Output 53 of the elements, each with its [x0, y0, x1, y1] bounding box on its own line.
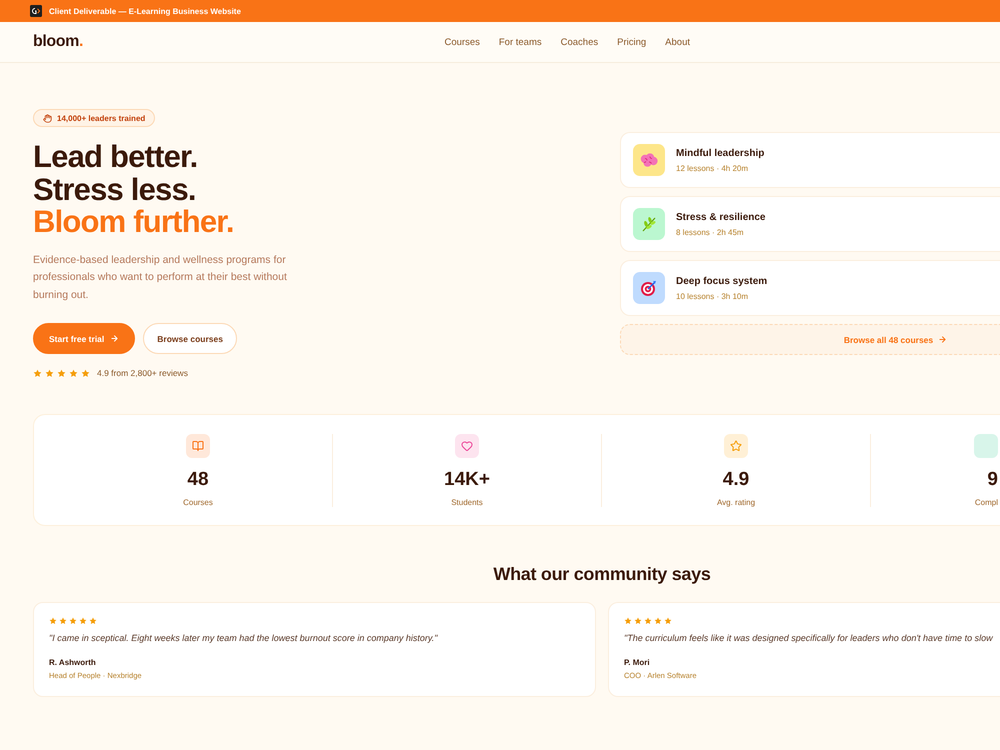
- stat-label: Students: [451, 498, 483, 507]
- course-meta: 12 lessons · 4h 20m: [676, 164, 750, 172]
- stat-value: 14K+: [444, 469, 490, 491]
- star-icon: [654, 617, 662, 625]
- star-icon: [57, 368, 66, 378]
- star-icon: [624, 617, 632, 625]
- nav-link[interactable]: For teams: [498, 36, 542, 48]
- rating-text: 4.9 from 2,800+ reviews: [97, 368, 188, 378]
- logo-icon: [30, 5, 42, 17]
- stat-label: Courses: [183, 498, 213, 507]
- author-name: R. Ashworth: [49, 658, 97, 667]
- star-icon: [79, 617, 87, 625]
- course-title: Deep focus system: [676, 276, 768, 286]
- course-meta: 8 lessons · 2h 45m: [676, 228, 745, 236]
- stat-label: Compl: [974, 498, 998, 507]
- course-title: Mindful leadership: [676, 148, 764, 158]
- banner-text: Client Deliverable — E-Learning Business Website: [49, 6, 241, 16]
- star-icon: [59, 617, 67, 625]
- star-icon: [644, 617, 652, 625]
- course-card[interactable]: Deep focus system 10 lessons · 3h 10m: [620, 260, 1000, 316]
- star-icon: [49, 617, 57, 625]
- logo[interactable]: bloom.: [33, 33, 84, 51]
- nav-link[interactable]: Coaches: [560, 36, 598, 48]
- star-icon: [45, 368, 54, 378]
- testimonial-quote: "I came in sceptical. Eight weeks later my team had the lowest burnout score in company history.": [49, 633, 439, 643]
- hand-icon: [43, 114, 52, 122]
- stat-value: 4.9: [722, 469, 750, 491]
- arrow-icon: [938, 335, 948, 344]
- nav-link[interactable]: Pricing: [617, 36, 646, 48]
- course-card[interactable]: Mindful leadership 12 lessons · 4h 20m: [620, 132, 1000, 188]
- nav-link[interactable]: About: [665, 36, 690, 48]
- nav-link[interactable]: Courses: [444, 36, 480, 48]
- testimonial-quote: "The curriculum feels like it was designed specifically for leaders who don't have time to slow: [624, 633, 994, 643]
- arrow-icon: [110, 334, 120, 343]
- star-icon: [33, 368, 42, 378]
- badge-text: 14,000+ leaders trained: [57, 114, 146, 122]
- course-card[interactable]: Stress & resilience 8 lessons · 2h 45m: [620, 196, 1000, 252]
- browse-courses-button[interactable]: Browse courses: [143, 323, 237, 354]
- author-name: P. Mori: [624, 658, 651, 667]
- stat-label: Avg. rating: [716, 498, 756, 507]
- star-icon: [81, 368, 90, 378]
- hero-headline: Lead better. Stress less. Bloom further.: [33, 141, 234, 238]
- star-icon: [634, 617, 642, 625]
- hero-description: Evidence-based leadership and wellness programs for professionals who want to perform at their best without burning out.: [33, 252, 288, 302]
- stat-value: 9: [987, 469, 998, 491]
- star-icon: [664, 617, 672, 625]
- course-title: Stress & resilience: [676, 212, 766, 222]
- star-icon: [89, 617, 97, 625]
- star-icon: [69, 617, 77, 625]
- star-icon: [69, 368, 78, 378]
- course-meta: 10 lessons · 3h 10m: [676, 292, 750, 300]
- section-title: What our community says: [492, 564, 712, 585]
- stat-value: 48: [187, 469, 209, 491]
